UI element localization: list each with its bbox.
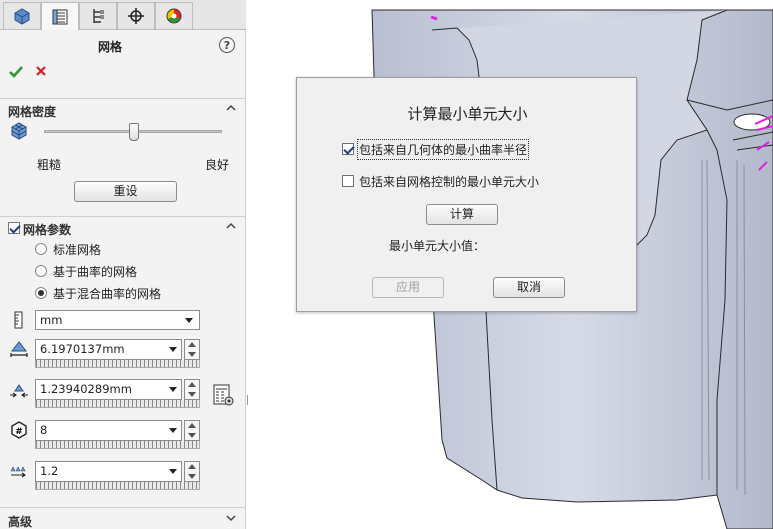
- min-size-result-label: 最小单元大小值：: [389, 239, 486, 253]
- min-elements-circle-spinner[interactable]: [184, 420, 200, 441]
- expand-chevron-icon[interactable]: [226, 513, 236, 523]
- fine-label: 良好: [205, 158, 230, 172]
- mesh-density-title: 网格密度: [8, 105, 57, 119]
- min-elements-circle-thumbwheel[interactable]: [35, 441, 200, 449]
- app-window: 网格 ? 网格密度 粗糙 良好 重设 网格参数 标准网格 基于曲率的网格 基于混…: [0, 0, 773, 529]
- cancel-button[interactable]: 取消: [493, 277, 565, 298]
- include-mesh-control-label[interactable]: 包括来自网格控制的最小单元大小: [359, 173, 539, 190]
- cancel-x-icon[interactable]: [34, 64, 48, 78]
- property-manager-icon: [52, 9, 68, 24]
- coarse-label: 粗糙: [37, 158, 62, 172]
- property-manager-panel: 网格 ? 网格密度 粗糙 良好 重设 网格参数 标准网格 基于曲率的网格 基于混…: [0, 0, 246, 529]
- elements-in-circle-icon: #: [11, 421, 27, 439]
- advanced-header[interactable]: 高级: [0, 507, 246, 529]
- radio-blended-curvature-mesh[interactable]: [35, 287, 47, 299]
- radio-blended-label: 基于混合曲率的网格: [53, 287, 162, 301]
- configuration-manager-icon: [93, 9, 104, 23]
- svg-text:#: #: [15, 427, 23, 437]
- min-element-size-icon: [10, 384, 28, 398]
- max-element-size-thumbwheel[interactable]: [35, 360, 200, 368]
- panel-title: 网格: [97, 40, 122, 54]
- help-icon[interactable]: ?: [219, 37, 235, 53]
- include-mesh-control-checkbox[interactable]: [342, 175, 354, 187]
- radio-standard-mesh[interactable]: [35, 243, 47, 255]
- reset-button[interactable]: 重设: [74, 181, 177, 202]
- include-geometry-label[interactable]: 包括来自几何体的最小曲率半径: [356, 139, 530, 160]
- max-element-size-field[interactable]: 6.1970137mm: [35, 339, 182, 360]
- growth-ratio-value: 1.2: [40, 464, 59, 478]
- dropdown-arrow-icon[interactable]: [169, 347, 177, 352]
- origin-target-icon: [128, 8, 144, 24]
- dialog-title: 计算最小单元大小: [407, 105, 528, 123]
- dropdown-arrow-icon[interactable]: [169, 387, 177, 392]
- min-element-size-thumbwheel[interactable]: [35, 400, 200, 408]
- radio-standard-label: 标准网格: [53, 243, 102, 257]
- calculator-icon[interactable]: [211, 383, 235, 407]
- radio-curvature-label: 基于曲率的网格: [53, 265, 138, 279]
- feature-manager-icon: [14, 8, 30, 25]
- tab-configuration-manager[interactable]: [79, 2, 117, 29]
- unit-select-value: mm: [40, 313, 63, 327]
- calculate-button[interactable]: 计算: [426, 204, 498, 225]
- collapse-chevron-icon[interactable]: [226, 221, 236, 231]
- growth-ratio-field[interactable]: 1.2: [35, 461, 182, 482]
- radio-curvature-mesh[interactable]: [35, 265, 47, 277]
- selection-marker: [430, 15, 438, 21]
- min-elements-circle-field[interactable]: 8: [35, 420, 182, 441]
- mesh-params-title: 网格参数: [23, 223, 72, 237]
- mesh-params-checkbox[interactable]: [8, 222, 20, 234]
- apply-button[interactable]: 应用: [372, 277, 444, 298]
- unit-select[interactable]: mm: [35, 310, 200, 330]
- max-element-size-spinner[interactable]: [184, 339, 200, 360]
- manager-tabs: [0, 0, 246, 30]
- tab-display-manager[interactable]: [155, 2, 193, 29]
- mesh-params-header[interactable]: 网格参数: [0, 216, 246, 238]
- dropdown-arrow-icon[interactable]: [169, 428, 177, 433]
- mesh-density-header[interactable]: 网格密度: [0, 98, 246, 120]
- density-slider-handle[interactable]: [129, 123, 139, 141]
- include-geometry-checkbox[interactable]: [342, 143, 354, 155]
- max-element-size-value: 6.1970137mm: [40, 342, 125, 356]
- growth-ratio-spinner[interactable]: [184, 461, 200, 482]
- appearance-icon: [166, 8, 182, 24]
- mesh-density-icon: [11, 122, 27, 140]
- dropdown-arrow-icon[interactable]: [169, 469, 177, 474]
- min-element-size-field[interactable]: 1.23940289mm: [35, 379, 182, 400]
- ruler-unit-icon: [14, 311, 23, 329]
- max-element-size-icon: [10, 341, 28, 357]
- advanced-title: 高级: [8, 515, 33, 529]
- collapse-chevron-icon[interactable]: [226, 103, 236, 113]
- min-element-size-value: 1.23940289mm: [40, 382, 132, 396]
- ok-check-icon[interactable]: [8, 64, 24, 80]
- tab-feature-manager[interactable]: [3, 2, 41, 29]
- growth-ratio-icon: [10, 466, 26, 478]
- min-elements-circle-value: 8: [40, 423, 48, 437]
- tab-property-manager[interactable]: [41, 2, 79, 30]
- growth-ratio-thumbwheel[interactable]: [35, 482, 200, 490]
- dropdown-arrow-icon[interactable]: [185, 318, 193, 323]
- calc-min-element-size-dialog: 计算最小单元大小 包括来自几何体的最小曲率半径 包括来自网格控制的最小单元大小 …: [296, 77, 637, 312]
- tab-dimxpert[interactable]: [117, 2, 155, 29]
- min-element-size-spinner[interactable]: [184, 379, 200, 400]
